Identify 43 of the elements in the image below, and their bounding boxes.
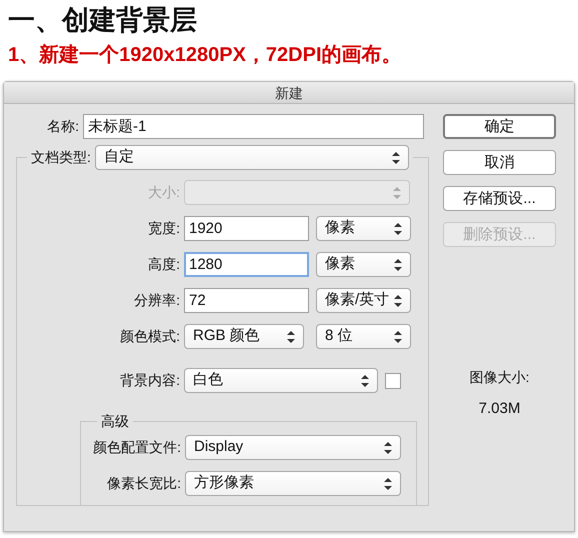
stepper-arrows-icon — [384, 478, 392, 490]
page-heading: 一、创建背景层 — [8, 4, 198, 37]
input-field[interactable]: 72 — [184, 288, 309, 313]
info-value: 7.03M — [478, 399, 520, 419]
dialog-title: 新建 — [275, 84, 303, 103]
stepper-arrows-icon — [393, 186, 401, 198]
dropdown[interactable]: Display — [185, 435, 401, 460]
dropdown[interactable]: 方形像素 — [185, 471, 401, 496]
input-field[interactable]: 1280 — [184, 252, 309, 277]
field-label: 名称: — [46, 117, 80, 136]
group-title: 高级 — [101, 413, 129, 429]
name-field[interactable]: 未标题-1 — [83, 114, 424, 139]
dialog-button[interactable]: 存储预设... — [443, 186, 556, 211]
dialog-button[interactable]: 取消 — [443, 150, 556, 175]
field-label: 文档类型: — [31, 148, 92, 167]
dropdown[interactable]: 自定 — [94, 145, 409, 170]
field-label: 大小: — [147, 183, 181, 202]
field-label: 高度: — [147, 255, 181, 274]
field-label: 宽度: — [147, 219, 181, 238]
dialog-button[interactable]: 确定 — [443, 114, 556, 139]
dropdown[interactable]: 像素/英寸 — [316, 288, 411, 313]
step-text: 1、新建一个1920x1280PX，72DPI的画布。 — [8, 42, 402, 68]
input-field[interactable]: 1920 — [184, 216, 309, 241]
dropdown[interactable]: 像素 — [316, 252, 411, 277]
stepper-arrows-icon — [287, 330, 295, 342]
field-label: 像素长宽比: — [106, 474, 182, 493]
stepper-arrows-icon — [394, 258, 402, 270]
dropdown[interactable]: 8 位 — [316, 324, 411, 349]
stepper-arrows-icon — [394, 294, 402, 306]
color-swatch[interactable] — [385, 372, 401, 388]
dropdown[interactable]: 像素 — [316, 216, 411, 241]
stepper-arrows-icon — [394, 222, 402, 234]
stepper-arrows-icon — [384, 442, 392, 454]
field-label: 分辨率: — [133, 291, 181, 310]
dropdown[interactable]: RGB 颜色 — [184, 324, 304, 349]
info-label: 图像大小: — [470, 368, 530, 387]
field-label: 背景内容: — [119, 371, 181, 390]
dropdown[interactable]: 白色 — [184, 368, 378, 393]
stepper-arrows-icon — [394, 330, 402, 342]
stepper-arrows-icon — [392, 152, 400, 164]
field-label: 颜色配置文件: — [92, 438, 182, 457]
stepper-arrows-icon — [361, 374, 369, 386]
field-label: 颜色模式: — [119, 327, 181, 346]
